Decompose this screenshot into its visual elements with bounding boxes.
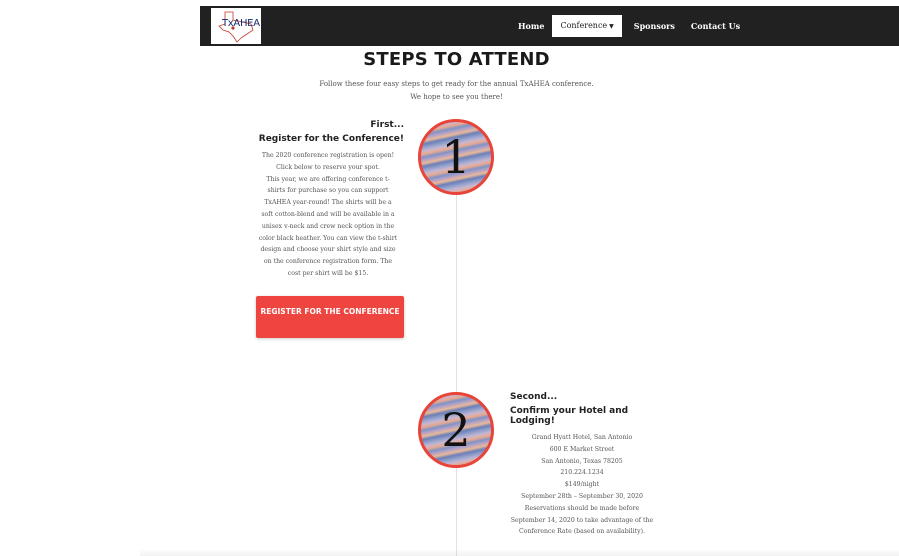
intro-line-1: Follow these four easy steps to get read… [319,80,594,88]
step-1-line: This year, we are offering conference t- [266,175,390,183]
step-2-line: Reservations should be made before [524,504,640,512]
step-1-line: color black heather. You can view the t-… [258,234,398,242]
step-2-line: September 14, 2020 to take advantage of … [510,516,654,524]
hotel-name: Grand Hyatt Hotel, San Antonio [531,434,633,441]
intro-line-2: We hope to see you there! [410,93,503,101]
nav-conference-label: Conference [560,21,608,30]
hotel-dates: September 28th – September 30, 2020 [521,492,643,500]
step-1-number: 1 [441,130,471,184]
logo-text: TxAHEA [222,18,260,29]
step-1-line: unisex v-neck and crew neck option in th… [261,222,395,230]
step-2-label: Second... [510,392,558,402]
step-1-line: cost per shirt will be $15. [287,269,369,277]
nav-sponsors[interactable]: Sponsors [626,15,683,37]
nav-sponsors-label: Sponsors [633,21,675,31]
intro-text: Follow these four easy steps to get read… [0,78,899,104]
hotel-street: 600 E Market Street [549,445,615,453]
hotel-phone: 210.224.1234 [560,469,604,477]
nav-home[interactable]: Home [510,15,552,37]
step-1-line: shirts for purchase so you can support [267,187,389,195]
step-1-heading: Register for the Conference! [258,134,404,144]
register-button-label: REGISTER FOR THE CONFERENCE [260,307,400,316]
step-1-line: Click below to reserve your spot. [276,163,380,171]
step-1-line: on the conference registration form. The [263,258,393,266]
nav-contact-us[interactable]: Contact Us [683,15,748,37]
step-1-line: soft cotton-blend and will be available … [261,210,395,218]
step-1-circle: 1 [418,119,494,195]
step-1-line: TxAHEA year-round! The shirts will be a [264,199,392,207]
timeline-line [456,185,457,556]
step-1-line: design and choose your shirt style and s… [260,246,396,254]
nav-conference-dropdown[interactable]: Conference ▼ [552,15,622,37]
step-2-description: Grand Hyatt Hotel, San Antonio 600 E Mar… [508,432,656,538]
nav-links: Home Conference ▼ Sponsors Contact Us [510,15,748,37]
nav-contact-label: Contact Us [690,21,741,31]
page-bottom-shadow [140,549,899,556]
step-2-number: 2 [441,403,471,457]
step-2-heading: Confirm your Hotel and Lodging! [510,406,629,426]
step-1-label: First... [370,120,404,130]
step-2-line: Conference Rate (based on availability). [519,528,645,536]
nav-home-label: Home [518,21,545,31]
chevron-down-icon: ▼ [609,23,614,30]
navbar: TxAHEA Home Conference ▼ Sponsors Contact… [200,6,899,46]
register-for-conference-button[interactable]: REGISTER FOR THE CONFERENCE [256,296,404,338]
hotel-city: San Antonio, Texas 78205 [541,457,623,465]
page-title: STEPS TO ATTEND [363,49,550,70]
logo[interactable]: TxAHEA [211,8,261,44]
step-2-circle: 2 [418,392,494,468]
step-1-line: The 2020 conference registration is open… [261,152,395,159]
step-1-description: The 2020 conference registration is open… [254,150,402,280]
hotel-rate: $149/night [564,481,600,489]
